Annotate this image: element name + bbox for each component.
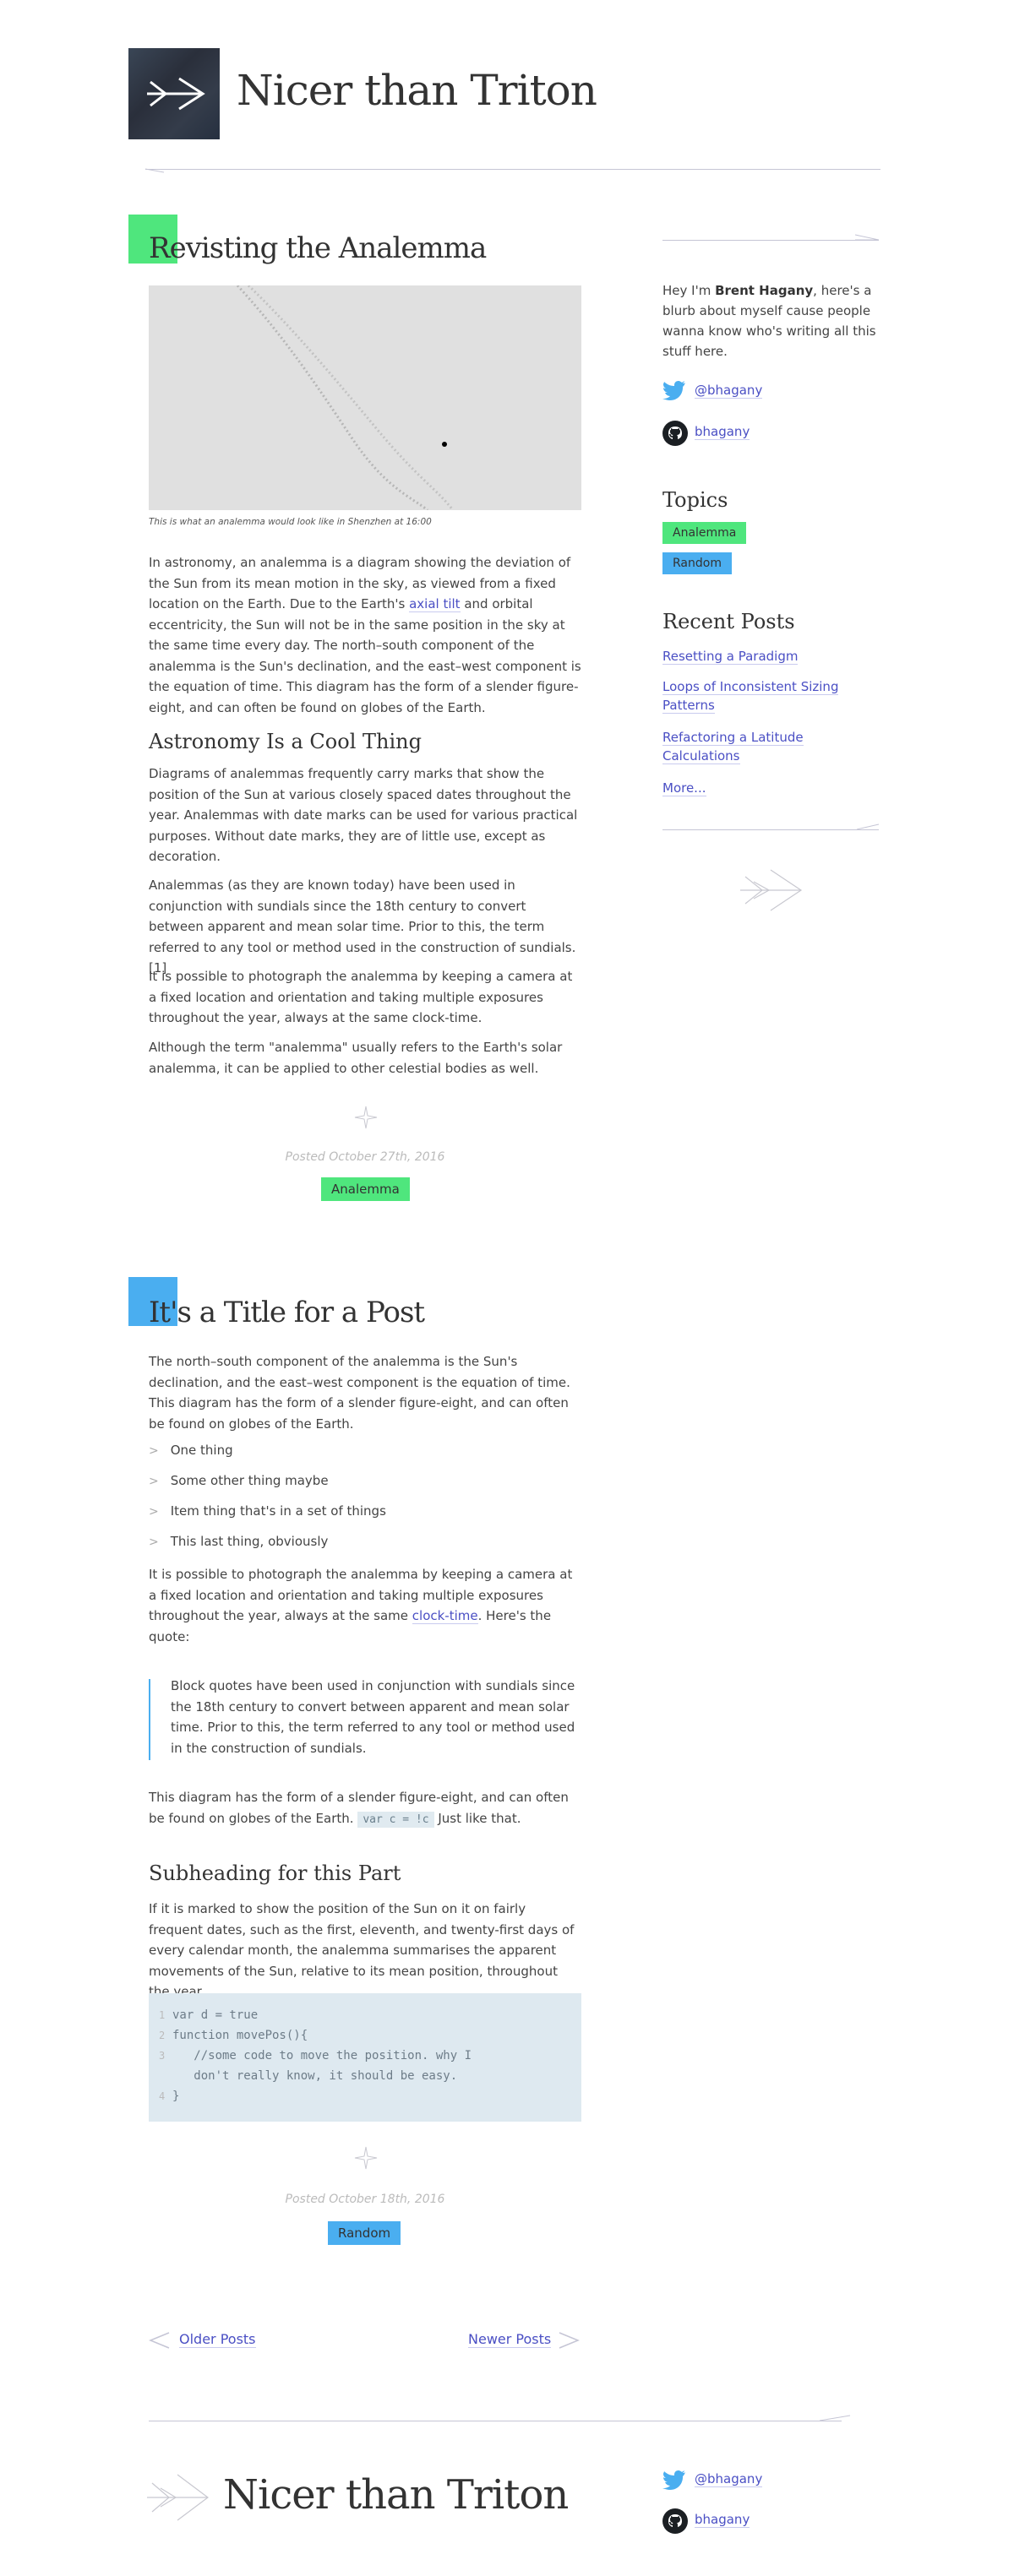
site-title[interactable]: Nicer than Triton xyxy=(237,66,597,115)
code-line: 1 var d = true xyxy=(159,2008,259,2022)
sidebar-divider xyxy=(662,240,879,241)
star-divider-icon xyxy=(354,2146,378,2170)
recent-posts-heading: Recent Posts xyxy=(662,610,795,633)
tag-random[interactable]: Random xyxy=(328,2221,401,2245)
subheading: Astronomy Is a Cool Thing xyxy=(149,730,422,753)
recent-post-link[interactable]: Refactoring a Latitude Calculations xyxy=(662,730,804,764)
site-logo[interactable] xyxy=(128,48,220,139)
newer-posts-link[interactable]: Newer Posts xyxy=(468,2331,552,2348)
code-line: 4} xyxy=(159,2090,180,2103)
topic-analemma[interactable]: Analemma xyxy=(662,522,747,544)
list-item: > One thing xyxy=(149,1443,233,1458)
header-divider xyxy=(145,169,880,170)
code-line: don't really know, it should be easy. xyxy=(172,2069,458,2083)
footer-site-title[interactable]: Nicer than Triton xyxy=(223,2471,569,2519)
paragraph: If it is marked to show the position of … xyxy=(149,1901,575,1999)
paper-plane-icon xyxy=(147,77,205,111)
subheading: Subheading for this Part xyxy=(149,1861,401,1885)
blockquote: Block quotes have been used in conjuncti… xyxy=(171,1678,575,1756)
divider-tail-icon xyxy=(820,2415,851,2421)
post-date: Posted October 18th, 2016 xyxy=(285,2193,445,2206)
paragraph: It is possible to photograph the analemm… xyxy=(149,969,573,1025)
paragraph: The north–south component of the analemm… xyxy=(149,1354,570,1432)
code-block: 1 var d = true 2 function movePos(){ 3 //s… xyxy=(149,1993,581,2122)
paper-plane-icon xyxy=(740,869,803,911)
list-item: > Some other thing maybe xyxy=(149,1473,329,1488)
list-item: > Item thing that's in a set of things xyxy=(149,1503,386,1519)
arrow-icon: > xyxy=(149,1444,159,1458)
twitter-icon[interactable] xyxy=(662,380,686,400)
arrow-icon: > xyxy=(149,1475,159,1488)
arrow-left-icon[interactable] xyxy=(149,2331,171,2350)
paragraph: Diagrams of analemmas frequently carry m… xyxy=(149,766,578,864)
paragraph: Although the term "analemma" usually ref… xyxy=(149,1040,563,1076)
divider-tail-icon xyxy=(145,168,165,173)
image-caption: This is what an analemma would look like… xyxy=(149,517,432,527)
divider-tail-icon xyxy=(857,823,880,830)
older-posts-link[interactable]: Older Posts xyxy=(179,2331,256,2348)
inline-code: var c = !c xyxy=(357,1811,434,1828)
github-icon[interactable] xyxy=(662,421,688,446)
paragraph: This diagram has the form of a slender f… xyxy=(149,1790,569,1828)
twitter-icon[interactable] xyxy=(662,2470,686,2490)
recent-post-link[interactable]: Loops of Inconsistent Sizing Patterns xyxy=(662,679,839,714)
github-link[interactable]: bhagany xyxy=(695,424,750,440)
arrow-icon: > xyxy=(149,1535,159,1549)
paper-plane-icon xyxy=(147,2474,209,2521)
paragraph: Analemmas (as they are known today) have… xyxy=(149,878,576,976)
post-date: Posted October 27th, 2016 xyxy=(285,1150,445,1164)
topic-random[interactable]: Random xyxy=(662,552,732,574)
arrow-icon: > xyxy=(149,1505,159,1519)
code-line: 3 //some code to move the position. why … xyxy=(159,2049,472,2062)
clock-time-link[interactable]: clock-time xyxy=(412,1608,478,1624)
post-title[interactable]: Revisting the Analemma xyxy=(149,231,487,265)
topics-heading: Topics xyxy=(662,488,728,512)
author-blurb: Hey I'm Brent Hagany, here's a blurb abo… xyxy=(662,283,876,359)
github-icon[interactable] xyxy=(662,2508,688,2534)
code-line: 2 function movePos(){ xyxy=(159,2029,308,2042)
recent-post-item: Resetting a Paradigm xyxy=(662,647,865,666)
analemma-image xyxy=(149,285,581,510)
paragraph: It is possible to photograph the analemm… xyxy=(149,1567,573,1644)
arrow-right-icon[interactable] xyxy=(558,2331,580,2350)
post-title[interactable]: It's a Title for a Post xyxy=(149,1296,425,1329)
recent-post-item: More... xyxy=(662,779,706,797)
sidebar-divider xyxy=(662,829,879,830)
more-posts-link[interactable]: More... xyxy=(662,780,706,796)
divider-tail-icon xyxy=(855,234,880,241)
axial-tilt-link[interactable]: axial tilt xyxy=(409,596,461,612)
recent-post-link[interactable]: Resetting a Paradigm xyxy=(662,649,799,665)
blockquote-bar xyxy=(149,1679,150,1760)
footer-github-link[interactable]: bhagany xyxy=(695,2512,750,2528)
paragraph: In astronomy, an analemma is a diagram s… xyxy=(149,555,581,715)
list-item: > This last thing, obviously xyxy=(149,1534,329,1549)
recent-post-item: Loops of Inconsistent Sizing Patterns xyxy=(662,677,865,715)
recent-post-item: Refactoring a Latitude Calculations xyxy=(662,728,865,765)
tag-analemma[interactable]: Analemma xyxy=(321,1177,410,1201)
twitter-link[interactable]: @bhagany xyxy=(695,383,763,399)
star-divider-icon xyxy=(354,1106,378,1129)
footer-twitter-link[interactable]: @bhagany xyxy=(695,2471,763,2487)
